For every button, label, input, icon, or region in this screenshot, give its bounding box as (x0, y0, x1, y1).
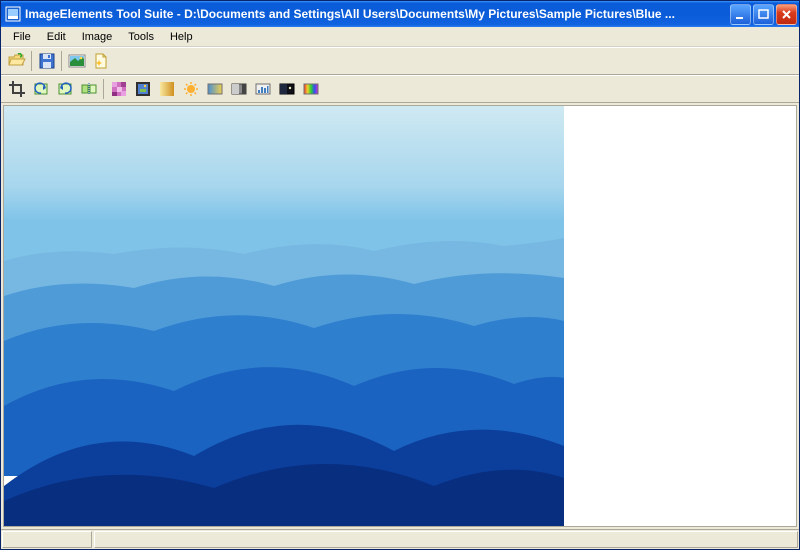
gradient-button[interactable] (203, 78, 226, 100)
border-button[interactable] (131, 78, 154, 100)
menu-tools[interactable]: Tools (120, 29, 162, 45)
status-cell-2 (94, 531, 798, 548)
image-canvas[interactable] (3, 105, 797, 527)
grayscale-icon (231, 81, 247, 97)
border-frame-icon (135, 81, 151, 97)
hue-rainbow-icon (303, 81, 319, 97)
menu-image[interactable]: Image (74, 29, 121, 45)
pixelate-icon (111, 81, 127, 97)
toolbar-tools (1, 75, 799, 103)
folder-open-icon (8, 53, 26, 69)
invert-icon (279, 81, 295, 97)
floppy-disk-icon (39, 53, 55, 69)
gradient-h-icon (207, 81, 223, 97)
pixelate-button[interactable] (107, 78, 130, 100)
app-window: ImageElements Tool Suite - D:\Documents … (0, 0, 800, 550)
new-document-button[interactable] (89, 50, 112, 72)
toolbar-separator (61, 51, 62, 71)
rotate-right-button[interactable] (53, 78, 76, 100)
brightness-icon (159, 81, 175, 97)
titlebar: ImageElements Tool Suite - D:\Documents … (1, 1, 799, 27)
invert-button[interactable] (275, 78, 298, 100)
document-sparkle-icon (93, 53, 109, 69)
flip-icon (81, 81, 97, 97)
sun-icon (183, 81, 199, 97)
maximize-button[interactable] (753, 4, 774, 25)
open-button[interactable] (5, 50, 28, 72)
toolbar-main (1, 47, 799, 75)
displayed-image (4, 106, 564, 526)
menu-edit[interactable]: Edit (39, 29, 74, 45)
window-title: ImageElements Tool Suite - D:\Documents … (25, 7, 730, 21)
menu-help[interactable]: Help (162, 29, 201, 45)
window-controls (730, 4, 797, 25)
grayscale-button[interactable] (227, 78, 250, 100)
close-button[interactable] (776, 4, 797, 25)
menu-file[interactable]: File (5, 29, 39, 45)
rotate-left-icon (33, 81, 49, 97)
app-icon (5, 6, 21, 22)
rotate-right-icon (57, 81, 73, 97)
toolbar-separator (31, 51, 32, 71)
levels-icon (255, 81, 271, 97)
hue-button[interactable] (299, 78, 322, 100)
crop-button[interactable] (5, 78, 28, 100)
statusbar (1, 529, 799, 549)
sun-effect-button[interactable] (179, 78, 202, 100)
save-button[interactable] (35, 50, 58, 72)
minimize-button[interactable] (730, 4, 751, 25)
crop-icon (9, 81, 25, 97)
brightness-button[interactable] (155, 78, 178, 100)
toolbar-separator (103, 79, 104, 99)
picture-icon (68, 53, 86, 69)
levels-button[interactable] (251, 78, 274, 100)
rotate-left-button[interactable] (29, 78, 52, 100)
image-preview-button[interactable] (65, 50, 88, 72)
status-cell-1 (2, 531, 92, 548)
menubar: File Edit Image Tools Help (1, 27, 799, 47)
flip-button[interactable] (77, 78, 100, 100)
